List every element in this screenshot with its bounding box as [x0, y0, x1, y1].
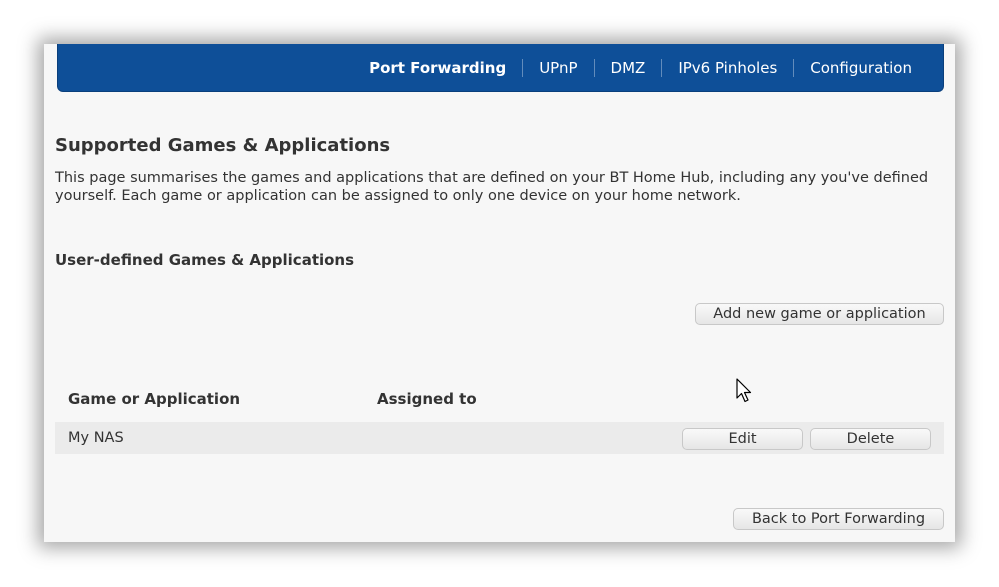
table-row: My NAS Edit Delete [55, 422, 944, 454]
delete-button[interactable]: Delete [810, 428, 931, 450]
back-to-port-forwarding-button[interactable]: Back to Port Forwarding [733, 508, 944, 530]
nav-dmz[interactable]: DMZ [593, 58, 662, 77]
nav-upnp[interactable]: UPnP [522, 58, 593, 77]
nav-configuration[interactable]: Configuration [793, 58, 943, 77]
game-name-cell: My NAS [68, 430, 124, 446]
nav-ipv6-pinholes[interactable]: IPv6 Pinholes [661, 58, 793, 77]
nav-port-forwarding[interactable]: Port Forwarding [353, 59, 522, 77]
main-panel: Port Forwarding UPnP DMZ IPv6 Pinholes C… [44, 44, 955, 542]
add-game-button[interactable]: Add new game or application [695, 303, 944, 325]
column-header-assigned: Assigned to [377, 390, 477, 408]
table-header: Game or Application Assigned to [55, 388, 944, 412]
edit-button[interactable]: Edit [682, 428, 803, 450]
top-nav-bar: Port Forwarding UPnP DMZ IPv6 Pinholes C… [57, 44, 944, 92]
section-title: User-defined Games & Applications [55, 251, 355, 269]
column-header-game: Game or Application [68, 390, 241, 408]
page-description: This page summarises the games and appli… [55, 170, 929, 204]
mouse-pointer-icon [736, 378, 752, 403]
page-title: Supported Games & Applications [55, 135, 391, 156]
